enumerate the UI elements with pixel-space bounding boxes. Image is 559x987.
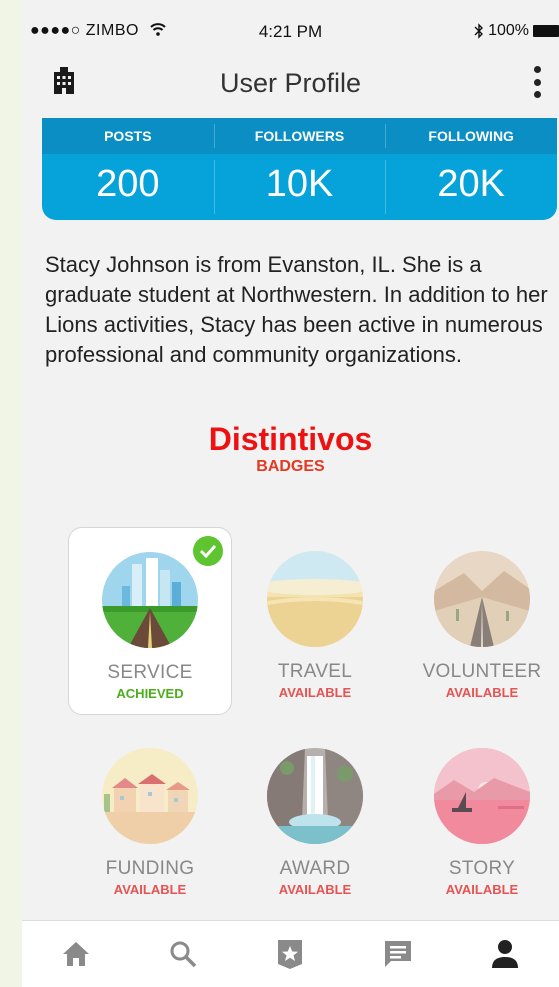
badge-service[interactable]: SERVICE ACHIEVED xyxy=(68,527,232,715)
bluetooth-icon xyxy=(474,23,484,39)
badge-star-icon xyxy=(278,940,303,969)
stat-label: POSTS xyxy=(104,128,152,144)
city-road-badge-icon xyxy=(102,552,198,648)
profile-bio: Stacy Johnson is from Evanston, IL. She … xyxy=(45,252,548,367)
badge-name: VOLUNTEER xyxy=(422,661,542,682)
badge-travel[interactable]: TRAVEL AVAILABLE xyxy=(233,527,397,700)
badge-status: ACHIEVED xyxy=(116,686,184,701)
tab-bar xyxy=(22,920,559,987)
tab-home[interactable] xyxy=(51,929,101,979)
checkmark-icon xyxy=(193,536,223,566)
stat-value: 20K xyxy=(437,163,505,205)
badge-name: FUNDING xyxy=(105,858,195,879)
badge-funding[interactable]: FUNDING AVAILABLE xyxy=(68,724,232,897)
nav-bar: User Profile xyxy=(22,62,559,112)
profile-icon xyxy=(492,940,519,968)
canyon-road-badge-icon xyxy=(434,551,530,647)
battery-icon xyxy=(533,25,559,37)
waterfall-badge-icon xyxy=(267,748,363,844)
badge-name: AWARD xyxy=(279,858,351,879)
badge-name: STORY xyxy=(448,858,516,879)
stat-value: 10K xyxy=(265,163,334,205)
stat-following[interactable]: FOLLOWING xyxy=(385,118,557,154)
stat-value: 200 xyxy=(96,163,160,205)
battery-indicator: 100% xyxy=(474,22,559,40)
page-title: User Profile xyxy=(219,68,362,98)
tab-badges[interactable] xyxy=(265,929,315,979)
tab-profile[interactable] xyxy=(480,929,530,979)
badges-subtitle: BADGES xyxy=(256,458,325,475)
status-bar: ●●●●○ ZIMBO 4:21 PM 100% xyxy=(22,0,559,62)
badge-status: AVAILABLE xyxy=(278,882,352,897)
chat-icon xyxy=(384,941,411,967)
battery-percent: 100% xyxy=(488,22,529,39)
tab-search[interactable] xyxy=(158,929,208,979)
badge-name: SERVICE xyxy=(107,662,193,683)
stat-posts[interactable]: POSTS xyxy=(42,118,214,154)
stat-followers[interactable]: FOLLOWERS xyxy=(213,118,386,154)
phone-screen: ●●●●○ ZIMBO 4:21 PM 100% User Profile PO… xyxy=(22,0,559,987)
village-badge-icon xyxy=(102,748,198,844)
tab-messages[interactable] xyxy=(373,929,423,979)
desert-badge-icon xyxy=(267,551,363,647)
badge-status: AVAILABLE xyxy=(445,882,519,897)
badge-award[interactable]: AWARD AVAILABLE xyxy=(233,724,397,897)
home-icon xyxy=(62,942,89,966)
sunset-boat-badge-icon xyxy=(434,748,530,844)
badge-status: AVAILABLE xyxy=(278,685,352,700)
stat-label: FOLLOWING xyxy=(428,128,514,144)
badge-name: TRAVEL xyxy=(277,661,353,682)
badge-story[interactable]: STORY AVAILABLE xyxy=(400,724,559,897)
badge-status: AVAILABLE xyxy=(113,882,187,897)
more-options-icon[interactable] xyxy=(533,66,541,98)
stat-label: FOLLOWERS xyxy=(254,128,345,144)
badges-title: Distintivos xyxy=(208,421,373,457)
search-icon xyxy=(170,941,197,968)
badge-volunteer[interactable]: VOLUNTEER AVAILABLE xyxy=(400,527,559,700)
profile-stats-card: POSTS FOLLOWERS FOLLOWING 200 10K 20K xyxy=(42,118,557,220)
badge-status: AVAILABLE xyxy=(445,685,519,700)
